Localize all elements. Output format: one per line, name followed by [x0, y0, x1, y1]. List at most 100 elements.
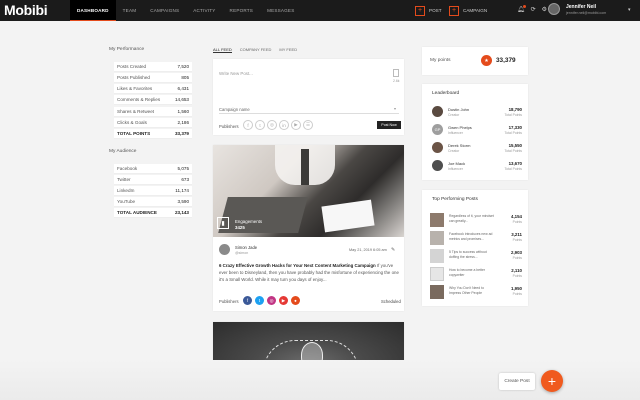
leader-role: Influencer	[448, 167, 463, 171]
leader-points: 17,330	[508, 125, 522, 130]
audience-value: 3,590	[177, 199, 190, 204]
nav-dashboard[interactable]: DASHBOARD	[70, 0, 116, 21]
tab-company-feed[interactable]: COMPANY FEED	[240, 47, 272, 53]
author-avatar[interactable]	[219, 244, 230, 255]
new-campaign-label: CAMPAIGN	[463, 8, 488, 13]
stat-value: 7,520	[177, 64, 190, 69]
edit-icon[interactable]: ✎	[391, 247, 395, 253]
campaign-select[interactable]: Campaign name	[219, 107, 250, 112]
avatar	[432, 160, 443, 171]
stat-value: 805	[181, 75, 189, 80]
twitter-icon[interactable]: t	[255, 296, 264, 305]
stat-label: Clicks & Goals	[117, 120, 147, 125]
instagram-icon[interactable]: ◎	[267, 120, 277, 130]
leaderboard-row[interactable]: GP Gwen Phelps Influencer 17,330 Total P…	[432, 122, 522, 138]
top-post-label: Points	[512, 238, 522, 242]
nav-activity[interactable]: ACTIVITY	[186, 0, 222, 21]
leaderboard-row[interactable]: Derek Storm Creator 15,550 Total Points	[432, 140, 522, 156]
total-label: TOTAL POINTS	[117, 131, 151, 136]
top-post-value: 1,950	[511, 286, 522, 291]
stat-row: Comments & Replies 14,653	[114, 95, 192, 105]
audience-label: Facebook	[117, 166, 138, 171]
twitter-icon[interactable]: t	[255, 120, 265, 130]
laptop-shape	[218, 197, 308, 233]
top-post-row[interactable]: Regardless of it, your mindset can great…	[430, 212, 522, 230]
stat-row: Likes & Favorites 6,431	[114, 84, 192, 94]
chevron-down-icon[interactable]: ▾	[394, 106, 396, 111]
new-post-button[interactable]: + POST	[415, 5, 442, 16]
publishers-label: Publishers	[219, 124, 239, 129]
tab-my-feed[interactable]: MY FEED	[279, 47, 297, 53]
audience-row: YouTube 3,590	[114, 197, 192, 207]
linkedin-icon[interactable]: in	[279, 120, 289, 130]
author-name[interactable]: Simon Jade	[235, 245, 257, 250]
history-icon[interactable]: ⟳	[531, 6, 536, 13]
top-post-row[interactable]: 5 Tips to success without doffing the st…	[430, 248, 522, 266]
nav-campaigns[interactable]: CAMPAIGNS	[143, 0, 186, 21]
stat-value: 2,186	[177, 120, 190, 125]
audience-label: YouTube	[117, 199, 136, 204]
publishers-label: Publishers	[219, 299, 239, 304]
char-count: 2.6k	[393, 79, 400, 83]
stat-label: Posts Created	[117, 64, 147, 69]
stat-row: Shares & Retweet 1,560	[114, 107, 192, 117]
top-post-row[interactable]: How to become a better copywriter 2,110 …	[430, 266, 522, 284]
avatar[interactable]	[548, 3, 560, 15]
user-name[interactable]: Jennifer Neil	[566, 4, 596, 10]
total-label: TOTAL AUDIENCE	[117, 210, 157, 215]
stat-row: Posts Created 7,520	[114, 62, 192, 72]
stat-row: Clicks & Goals 2,186	[114, 118, 192, 128]
facebook-icon[interactable]: f	[243, 120, 253, 130]
post-now-button[interactable]: Post Now	[377, 121, 401, 129]
feed-tabs: ALL FEED COMPANY FEED MY FEED	[213, 47, 297, 53]
my-points-label: My points	[430, 58, 451, 63]
top-post-row[interactable]: Why You Don't Need to Impress Other Peop…	[430, 284, 522, 302]
plus-icon: +	[547, 373, 557, 389]
chevron-down-icon[interactable]: ▾	[628, 7, 631, 13]
notification-dot	[523, 5, 526, 8]
leaderboard-row[interactable]: Joe Mack Influencer 13,670 Total Points	[432, 158, 522, 174]
tab-all-feed[interactable]: ALL FEED	[213, 47, 232, 53]
gear-icon[interactable]: ⚙︎	[542, 6, 547, 13]
stat-value: 14,653	[174, 97, 189, 102]
post-thumbnail	[430, 267, 444, 281]
post-image[interactable]: ▮ Engagements 3425	[213, 145, 404, 237]
logo[interactable]: Mobibi	[4, 2, 48, 18]
instagram-icon[interactable]: ◎	[267, 296, 276, 305]
leader-role: Creator	[448, 149, 460, 153]
stat-row: Posts Published 805	[114, 73, 192, 83]
top-post-value: 2,903	[511, 250, 522, 255]
top-icons: 🔔︎ ⟳ ⚙︎	[517, 5, 547, 13]
main-nav: DASHBOARD TEAM CAMPAIGNS ACTIVITY REPORT…	[70, 0, 301, 21]
leaderboard-title: Leaderboard	[432, 91, 460, 96]
create-post-label[interactable]: Create Post	[499, 373, 535, 390]
post-input[interactable]: Write New Post...	[219, 71, 253, 76]
document-icon[interactable]	[393, 69, 399, 77]
plus-icon: +	[415, 5, 425, 16]
mobibi-icon[interactable]: ●	[291, 296, 300, 305]
post-text: 6 Crazy Effective Growth Hacks for Your …	[219, 263, 399, 283]
youtube-icon[interactable]: ▶	[279, 296, 288, 305]
divider	[219, 113, 399, 114]
top-posts-card: Top Performing Posts Regardless of it, y…	[422, 190, 528, 306]
nav-team[interactable]: TEAM	[116, 0, 144, 21]
top-post-row[interactable]: Facebook introduces new ad metrics and p…	[430, 230, 522, 248]
audience-value: 11,174	[175, 188, 189, 193]
my-points-card: My points ★ 33,379	[422, 47, 528, 75]
audience-value: 673	[181, 177, 189, 182]
top-post-label: Points	[512, 274, 522, 278]
top-post-label: Points	[512, 256, 522, 260]
top-post-label: Points	[512, 220, 522, 224]
leader-points-label: Total Points	[504, 167, 522, 171]
list-icon[interactable]: ☰	[303, 120, 313, 130]
nav-messages[interactable]: MESSAGES	[260, 0, 301, 21]
add-post-button[interactable]: +	[541, 370, 563, 392]
top-post-text: 5 Tips to success without doffing the st…	[449, 250, 487, 259]
tie-shape	[301, 149, 309, 185]
bell-icon[interactable]: 🔔︎	[517, 5, 526, 13]
new-campaign-button[interactable]: + CAMPAIGN	[449, 5, 487, 16]
leaderboard-row[interactable]: Dustin John Creator 18,790 Total Points	[432, 104, 522, 120]
nav-reports[interactable]: REPORTS	[223, 0, 261, 21]
youtube-icon[interactable]: ▶	[291, 120, 301, 130]
facebook-icon[interactable]: f	[243, 296, 252, 305]
